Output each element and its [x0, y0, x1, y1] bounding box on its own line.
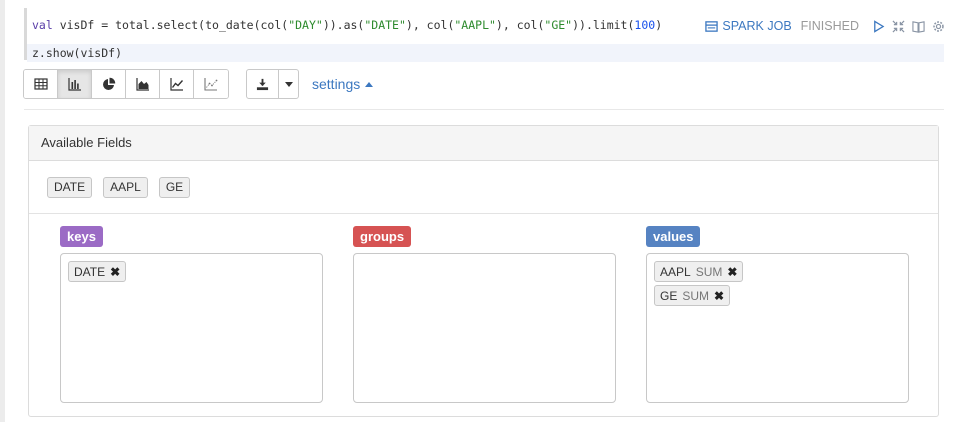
- chart-type-toolbar: [23, 69, 229, 99]
- code-string: "DAY": [288, 18, 323, 32]
- chevron-down-icon: [284, 81, 293, 87]
- notebook-gutter: [0, 0, 5, 422]
- download-dropdown: [246, 69, 299, 99]
- spark-job-icon: [704, 19, 718, 33]
- table-icon: [33, 78, 48, 90]
- value-chip-label: GE: [660, 288, 678, 303]
- area-chart-icon: [135, 78, 149, 91]
- field-chip-ge[interactable]: GE: [158, 177, 191, 198]
- area-chart-button[interactable]: [126, 70, 160, 98]
- gear-icon[interactable]: [931, 19, 945, 33]
- pie-chart-icon: [102, 77, 115, 90]
- caret-up-icon: [365, 81, 374, 87]
- toolbar-divider: [24, 109, 944, 110]
- value-chip-ge[interactable]: GE SUM ✖: [654, 285, 731, 306]
- run-icon[interactable]: [871, 19, 885, 33]
- line-chart-icon: [169, 78, 183, 91]
- values-column: values AAPL SUM ✖ GE SUM ✖: [646, 226, 909, 403]
- code-string: "GE": [544, 18, 573, 32]
- download-button[interactable]: [247, 70, 279, 98]
- download-caret-button[interactable]: [279, 70, 298, 98]
- groups-drop-zone[interactable]: [353, 253, 616, 403]
- scatter-chart-icon: [204, 78, 218, 91]
- status-finished: FINISHED: [800, 19, 859, 33]
- keys-column: keys DATE ✖: [60, 226, 323, 403]
- settings-label: settings: [312, 76, 361, 92]
- code-text: ), col(: [405, 18, 455, 32]
- spark-job-link[interactable]: SPARK JOB: [704, 19, 792, 33]
- code-number: 100: [634, 18, 656, 32]
- keys-drop-zone[interactable]: DATE ✖: [60, 253, 323, 403]
- keys-label: keys: [60, 226, 103, 247]
- book-icon[interactable]: [911, 19, 925, 33]
- available-fields-list: DATE AAPL GE: [47, 177, 191, 198]
- value-chip-aapl[interactable]: AAPL SUM ✖: [654, 261, 744, 282]
- remove-icon[interactable]: ✖: [727, 265, 737, 279]
- aggregation-selector[interactable]: SUM: [682, 289, 709, 303]
- code-line-1[interactable]: val visDf = total.select(to_date(col("DA…: [32, 16, 662, 34]
- bar-chart-button[interactable]: [58, 70, 92, 98]
- scatter-chart-button[interactable]: [194, 70, 228, 98]
- bar-chart-icon: [67, 78, 81, 91]
- spark-job-label: SPARK JOB: [722, 19, 792, 33]
- values-drop-zone[interactable]: AAPL SUM ✖ GE SUM ✖: [646, 253, 909, 403]
- values-label: values: [646, 226, 701, 247]
- code-text: )).limit(: [572, 18, 635, 32]
- collapse-icon[interactable]: [891, 19, 905, 33]
- code-text: )).as(: [322, 18, 365, 32]
- pie-chart-button[interactable]: [92, 70, 126, 98]
- line-chart-button[interactable]: [160, 70, 194, 98]
- table-button[interactable]: [24, 70, 58, 98]
- code-keyword: val: [32, 18, 53, 32]
- code-line-2[interactable]: z.show(visDf): [27, 44, 944, 62]
- value-chip-label: AAPL: [660, 264, 691, 279]
- settings-toggle-link[interactable]: settings: [312, 76, 374, 92]
- key-chip-date[interactable]: DATE ✖: [68, 261, 127, 282]
- groups-label: groups: [353, 226, 412, 247]
- key-chip-label: DATE: [74, 264, 106, 279]
- code-text: ), col(: [495, 18, 545, 32]
- available-fields-heading: Available Fields: [29, 126, 938, 161]
- pivot-settings-panel: Available Fields DATE AAPL GE keys DATE …: [28, 125, 939, 417]
- aggregation-selector[interactable]: SUM: [696, 265, 723, 279]
- remove-icon[interactable]: ✖: [714, 289, 724, 303]
- paragraph-status-bar: SPARK JOB FINISHED: [704, 15, 945, 37]
- panel-divider: [29, 213, 938, 214]
- field-chip-date[interactable]: DATE: [47, 177, 93, 198]
- remove-icon[interactable]: ✖: [110, 265, 120, 279]
- code-text: ): [655, 18, 663, 32]
- code-string: "AAPL": [454, 18, 496, 32]
- code-text: visDf = total.select(to_date(col(: [52, 18, 289, 32]
- code-string: "DATE": [364, 18, 406, 32]
- groups-column: groups: [353, 226, 616, 403]
- download-icon: [256, 78, 269, 90]
- field-chip-aapl[interactable]: AAPL: [103, 177, 148, 198]
